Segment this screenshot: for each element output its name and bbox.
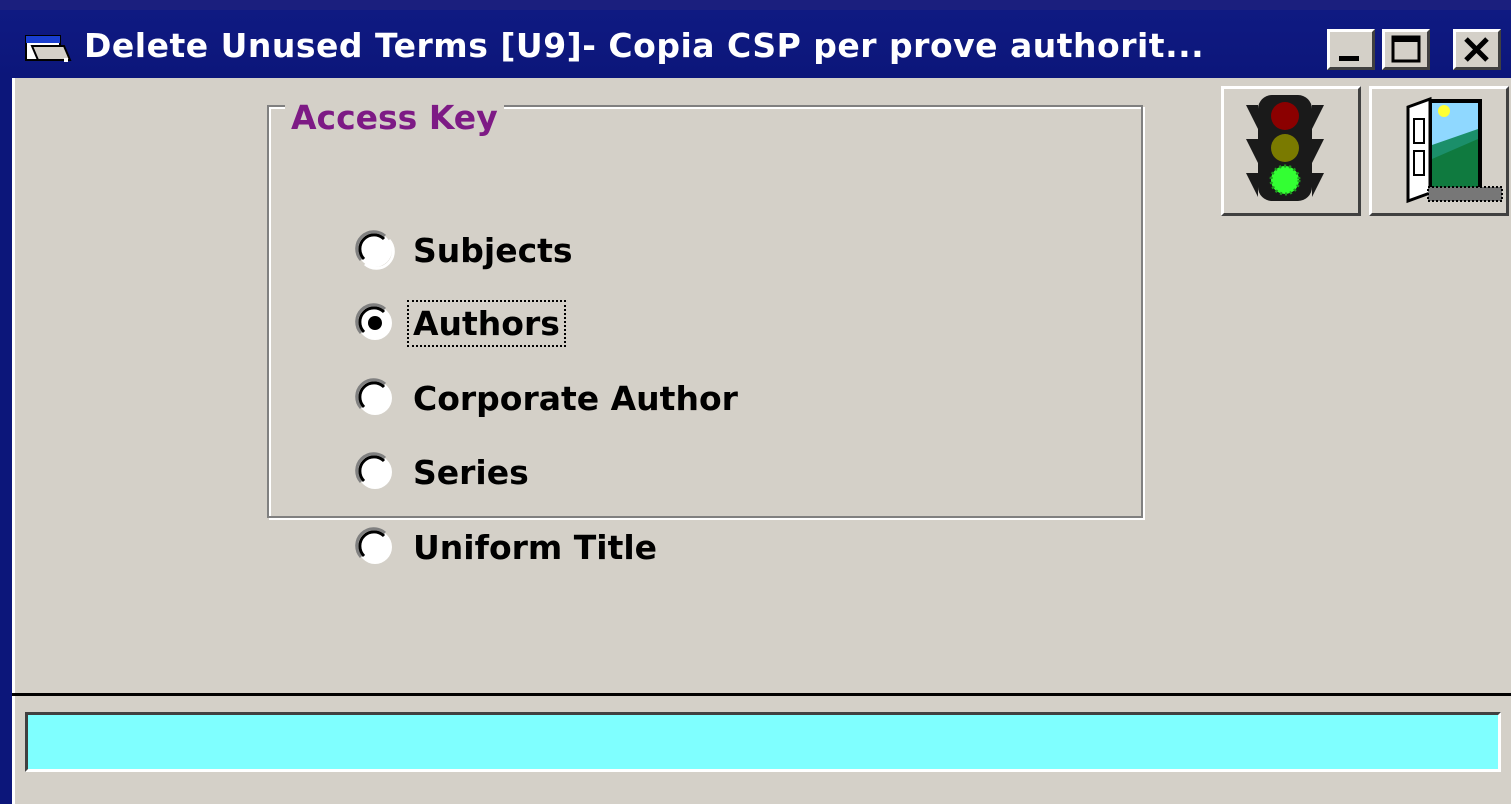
minimize-icon (1339, 56, 1359, 61)
minimize-button[interactable] (1327, 29, 1375, 70)
radio-label-uniform-title: Uniform Title (413, 527, 658, 567)
title-bar[interactable]: Delete Unused Terms [U9]- Copia CSP per … (0, 0, 1511, 78)
radio-unchecked-icon (355, 230, 395, 270)
maximize-button[interactable] (1382, 29, 1430, 70)
radio-series[interactable]: Series (355, 447, 535, 497)
radio-unchecked-icon (355, 378, 392, 415)
radio-uniform-title[interactable]: Uniform Title (355, 522, 663, 572)
radio-label-series: Series (413, 452, 529, 492)
exit-door-icon (1406, 96, 1503, 204)
maximize-icon (1391, 35, 1421, 63)
radio-checked-icon (355, 303, 392, 340)
radio-label-subjects: Subjects (413, 230, 573, 270)
traffic-light-icon (1246, 95, 1324, 201)
radio-label-corporate-author: Corporate Author (413, 378, 738, 418)
close-icon (1464, 37, 1489, 62)
status-separator (12, 693, 1511, 696)
folder-window-icon (25, 35, 72, 62)
application-window: Delete Unused Terms [U9]- Copia CSP per … (0, 0, 1511, 804)
traffic-light-button[interactable] (1221, 86, 1361, 216)
radio-corporate-author[interactable]: Corporate Author (355, 373, 744, 423)
close-button[interactable] (1453, 29, 1501, 70)
radio-subjects[interactable]: Subjects (355, 225, 579, 275)
status-bar (25, 712, 1501, 772)
window-left-border (0, 78, 12, 804)
exit-button[interactable] (1369, 86, 1509, 216)
radio-authors[interactable]: Authors (355, 298, 566, 348)
radio-unchecked-icon (355, 527, 392, 564)
access-key-legend: Access Key (285, 98, 504, 137)
radio-unchecked-icon (355, 452, 392, 489)
window-title: Delete Unused Terms [U9]- Copia CSP per … (84, 26, 1205, 65)
radio-label-authors: Authors (407, 299, 566, 347)
